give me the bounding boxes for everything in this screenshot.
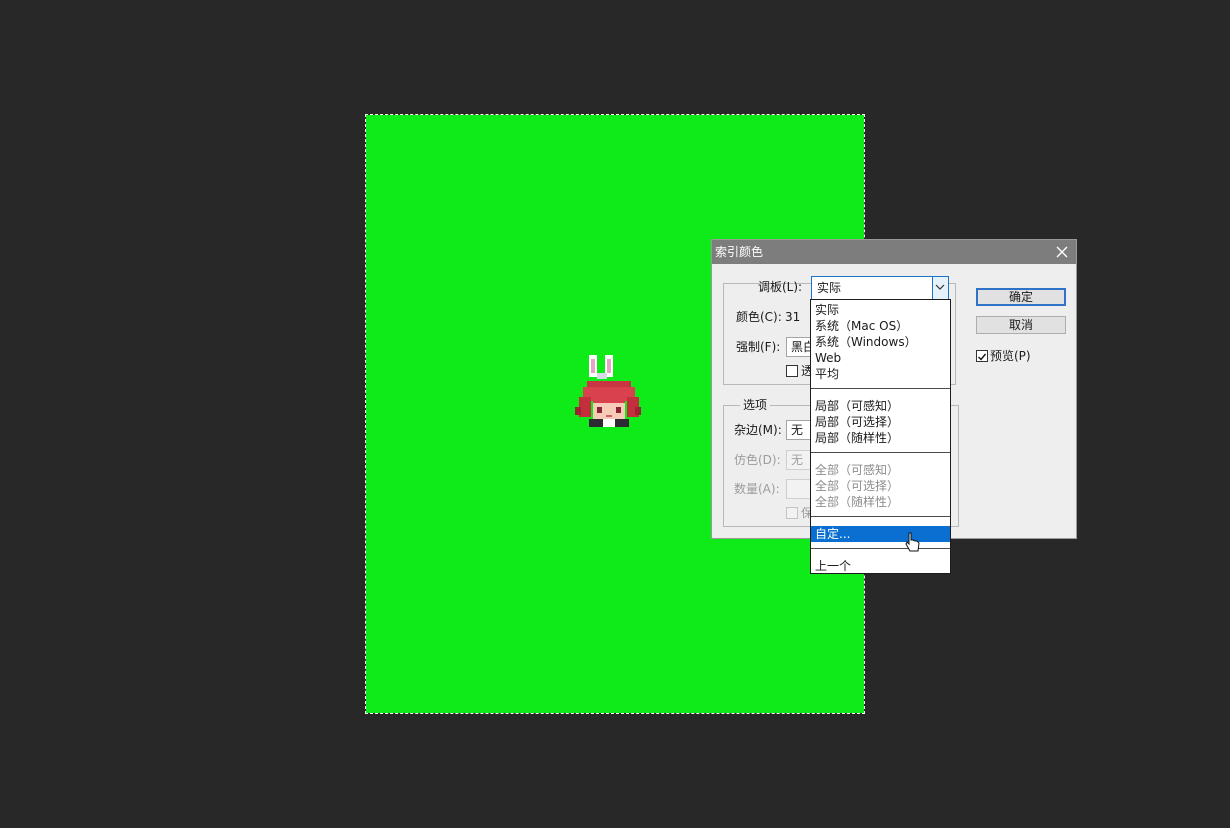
preview-checkbox[interactable] (976, 350, 988, 362)
option-local-perceptual[interactable]: 局部（可感知） (811, 398, 950, 414)
amount-label: 数量(A): (734, 482, 780, 496)
separator (811, 452, 950, 453)
option-custom[interactable]: 自定... (811, 526, 950, 542)
palette-dropdown-list: 实际 系统（Mac OS） 系统（Windows） Web 平均 局部（可感知）… (810, 299, 951, 574)
option-local-adaptive[interactable]: 局部（随样性） (811, 430, 950, 446)
option-system-windows[interactable]: 系统（Windows） (811, 334, 950, 350)
matte-label: 杂边(M): (734, 423, 782, 437)
chevron-down-icon[interactable] (932, 277, 948, 299)
options-group-title: 选项 (740, 397, 771, 413)
option-actual[interactable]: 实际 (811, 302, 950, 318)
hand-cursor-icon (905, 532, 920, 552)
option-local-selective[interactable]: 局部（可选择） (811, 414, 950, 430)
dither-label: 仿色(D): (734, 453, 781, 467)
check-icon (978, 353, 987, 361)
palette-label: 调板(L): (758, 280, 803, 294)
separator (811, 388, 950, 389)
palette-select[interactable]: 实际 (811, 276, 949, 300)
palette-select-value: 实际 (817, 281, 842, 295)
dialog-title: 索引颜色 (715, 245, 764, 259)
colors-value: 31 (785, 310, 801, 324)
dialog-title-bar[interactable]: 索引颜色 (712, 240, 1076, 264)
separator (811, 516, 950, 517)
bunny-girl-sprite (575, 355, 641, 427)
option-master-selective: 全部（可选择） (815, 479, 900, 493)
forced-label: 强制(F): (736, 340, 781, 354)
preview-label: 预览(P) (990, 349, 1031, 363)
cancel-button[interactable]: 取消 (976, 316, 1066, 334)
option-web[interactable]: Web (811, 350, 950, 366)
option-master-perceptual: 全部（可感知） (815, 463, 900, 477)
preserve-checkbox[interactable] (786, 507, 798, 519)
separator (811, 548, 950, 549)
ok-button[interactable]: 确定 (976, 288, 1066, 306)
transparency-checkbox[interactable] (786, 365, 798, 377)
option-master-adaptive: 全部（随样性） (815, 495, 900, 509)
option-uniform[interactable]: 平均 (811, 366, 950, 382)
option-previous[interactable]: 上一个 (811, 558, 950, 573)
option-system-mac[interactable]: 系统（Mac OS） (811, 318, 950, 334)
colors-label: 颜色(C): (736, 310, 782, 324)
close-icon[interactable] (1054, 244, 1070, 260)
